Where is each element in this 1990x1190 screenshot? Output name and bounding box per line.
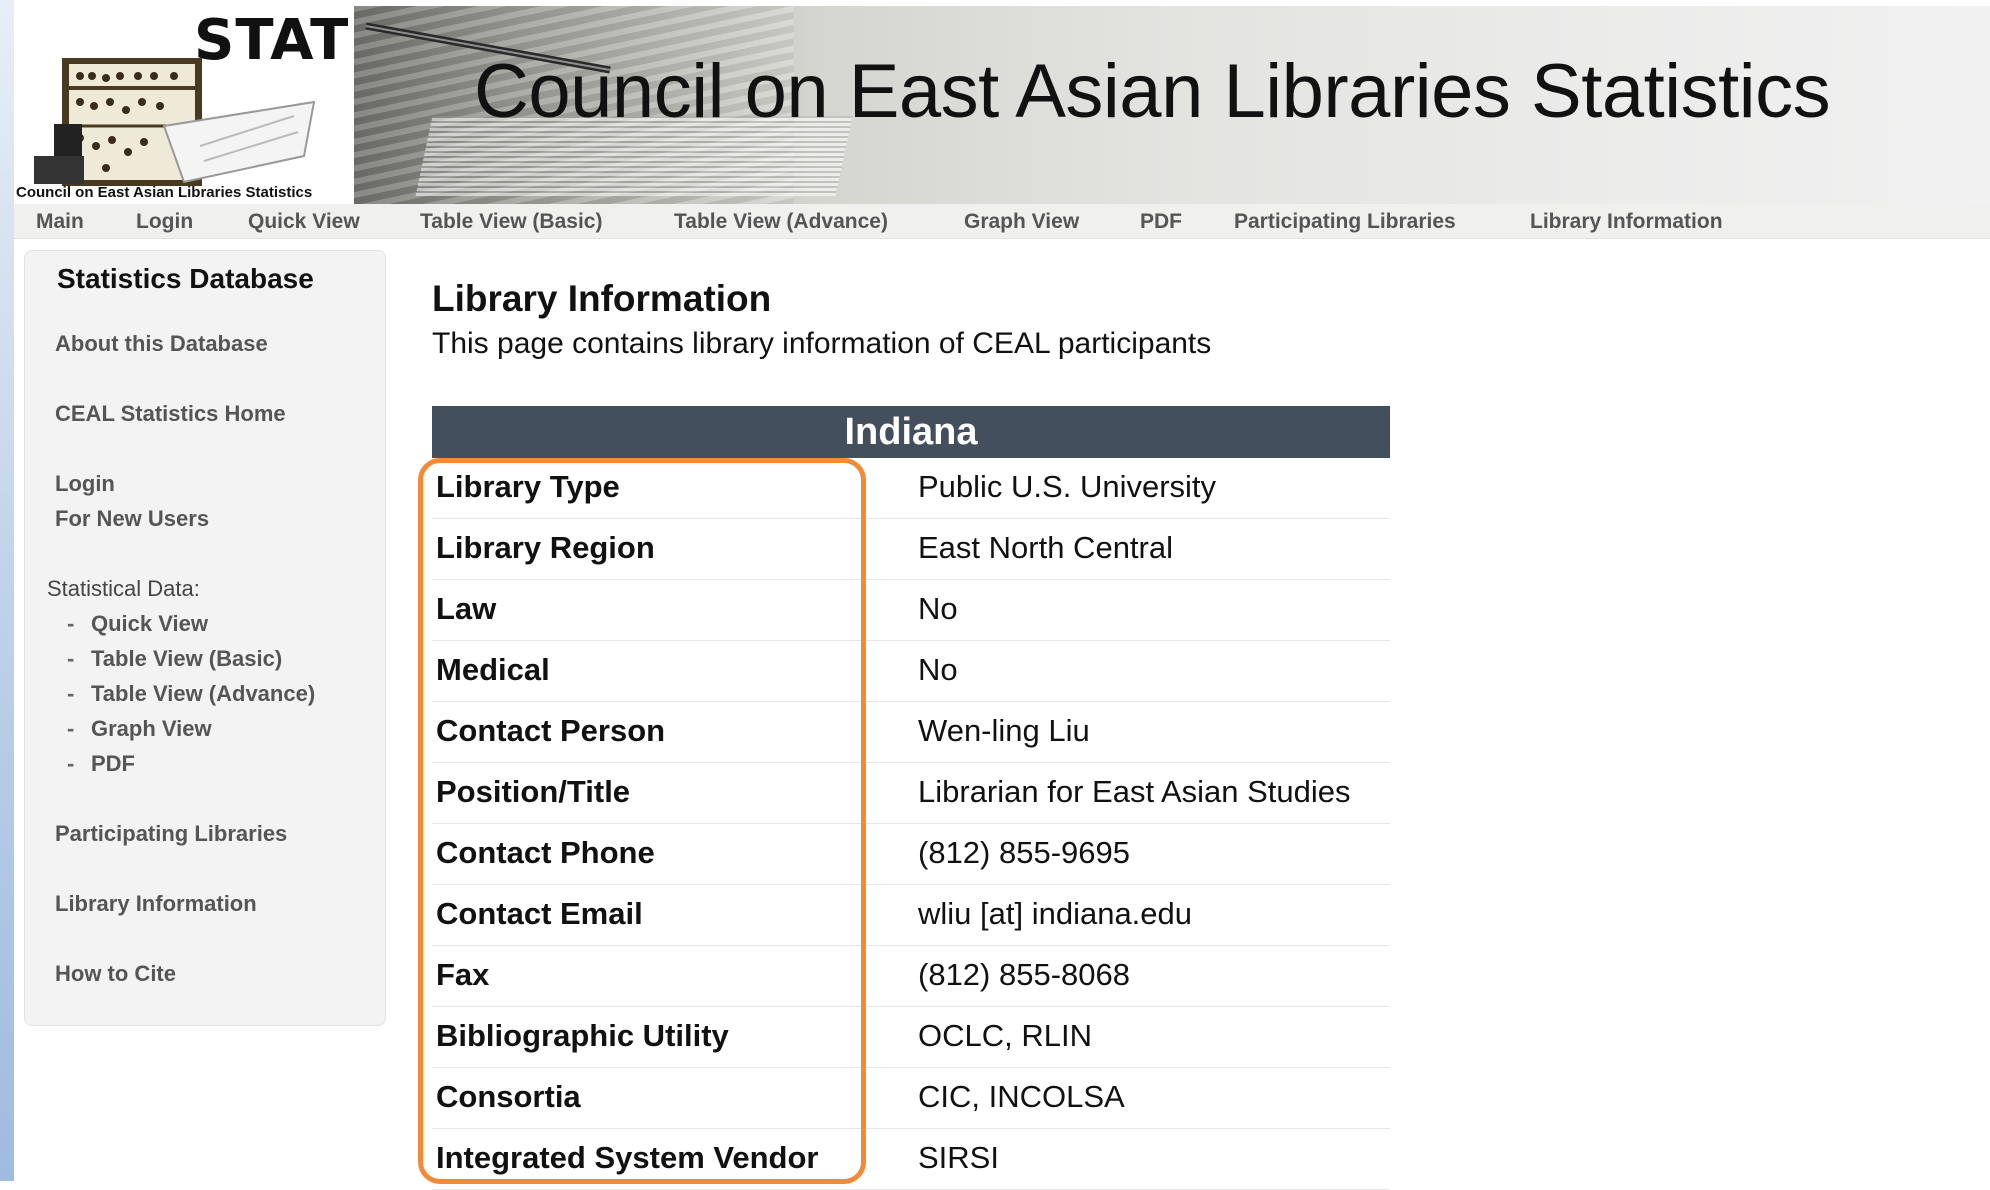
- nav-graph-view[interactable]: Graph View: [964, 210, 1079, 234]
- nav-main[interactable]: Main: [36, 210, 84, 234]
- sidebar-item-quick-view[interactable]: Quick View: [91, 611, 208, 637]
- sidebar-bullet: -: [67, 611, 75, 636]
- sidebar-bullet: -: [67, 751, 75, 776]
- nav-pdf[interactable]: PDF: [1140, 210, 1182, 234]
- sidebar-item-how-to-cite[interactable]: How to Cite: [55, 961, 176, 987]
- row-value: East North Central: [918, 530, 1173, 565]
- sidebar-item-pdf[interactable]: PDF: [91, 751, 135, 777]
- row-value: Librarian for East Asian Studies: [918, 774, 1351, 809]
- logo-wordmark: STAT: [194, 8, 350, 73]
- nav-table-view-basic[interactable]: Table View (Basic): [420, 210, 602, 234]
- library-name-header: Indiana: [432, 406, 1390, 458]
- page-title: Library Information: [432, 278, 772, 319]
- row-value: OCLC, RLIN: [918, 1018, 1092, 1053]
- row-value: (812) 855-8068: [918, 957, 1130, 992]
- sidebar-bullet: -: [67, 646, 75, 671]
- nav-login[interactable]: Login: [136, 210, 193, 234]
- top-nav: Main Login Quick View Table View (Basic)…: [14, 204, 1990, 239]
- sidebar-item-login[interactable]: Login: [55, 471, 115, 497]
- nav-table-view-advance[interactable]: Table View (Advance): [674, 210, 888, 234]
- sidebar-statistical-data-label: Statistical Data:: [47, 576, 200, 601]
- logo-caption: Council on East Asian Libraries Statisti…: [16, 184, 313, 201]
- sidebar-item-participating-libraries[interactable]: Participating Libraries: [55, 821, 287, 847]
- site-header: STAT Council on East Asian Libraries Sta…: [14, 6, 1990, 204]
- sidebar-item-library-information[interactable]: Library Information: [55, 891, 257, 917]
- sidebar-bullet: -: [67, 716, 75, 741]
- row-value: (812) 855-9695: [918, 835, 1130, 870]
- row-value: Wen-ling Liu: [918, 713, 1090, 748]
- sidebar-item-about[interactable]: About this Database: [55, 331, 268, 357]
- sidebar-item-new-users[interactable]: For New Users: [55, 506, 209, 532]
- page-description: This page contains library information o…: [432, 327, 1212, 360]
- sidebar-item-graph-view[interactable]: Graph View: [91, 716, 212, 742]
- nav-quick-view[interactable]: Quick View: [248, 210, 360, 234]
- row-value: No: [918, 591, 958, 626]
- left-edge-strip: [0, 0, 14, 1181]
- page: STAT Council on East Asian Libraries Sta…: [14, 0, 1990, 1190]
- highlight-annotation: [418, 458, 866, 1184]
- row-value: No: [918, 652, 958, 687]
- header-banner: Council on East Asian Libraries Statisti…: [354, 6, 1990, 204]
- site-logo[interactable]: STAT Council on East Asian Libraries Sta…: [14, 6, 354, 204]
- row-value: CIC, INCOLSA: [918, 1079, 1125, 1114]
- row-value: wliu [at] indiana.edu: [918, 896, 1193, 931]
- nav-participating-libraries[interactable]: Participating Libraries: [1234, 210, 1456, 234]
- row-value: Public U.S. University: [918, 469, 1217, 504]
- sidebar-bullet: -: [67, 681, 75, 706]
- sidebar-item-table-view-advance[interactable]: Table View (Advance): [91, 681, 315, 707]
- row-value: SIRSI: [918, 1140, 999, 1175]
- sidebar-item-home[interactable]: CEAL Statistics Home: [55, 401, 286, 427]
- sidebar-item-table-view-basic[interactable]: Table View (Basic): [91, 646, 282, 672]
- banner-title: Council on East Asian Libraries Statisti…: [474, 49, 1831, 134]
- nav-library-information[interactable]: Library Information: [1530, 210, 1723, 234]
- sidebar-heading: Statistics Database: [57, 263, 314, 294]
- sidebar: Statistics Database About this Database …: [24, 250, 386, 1026]
